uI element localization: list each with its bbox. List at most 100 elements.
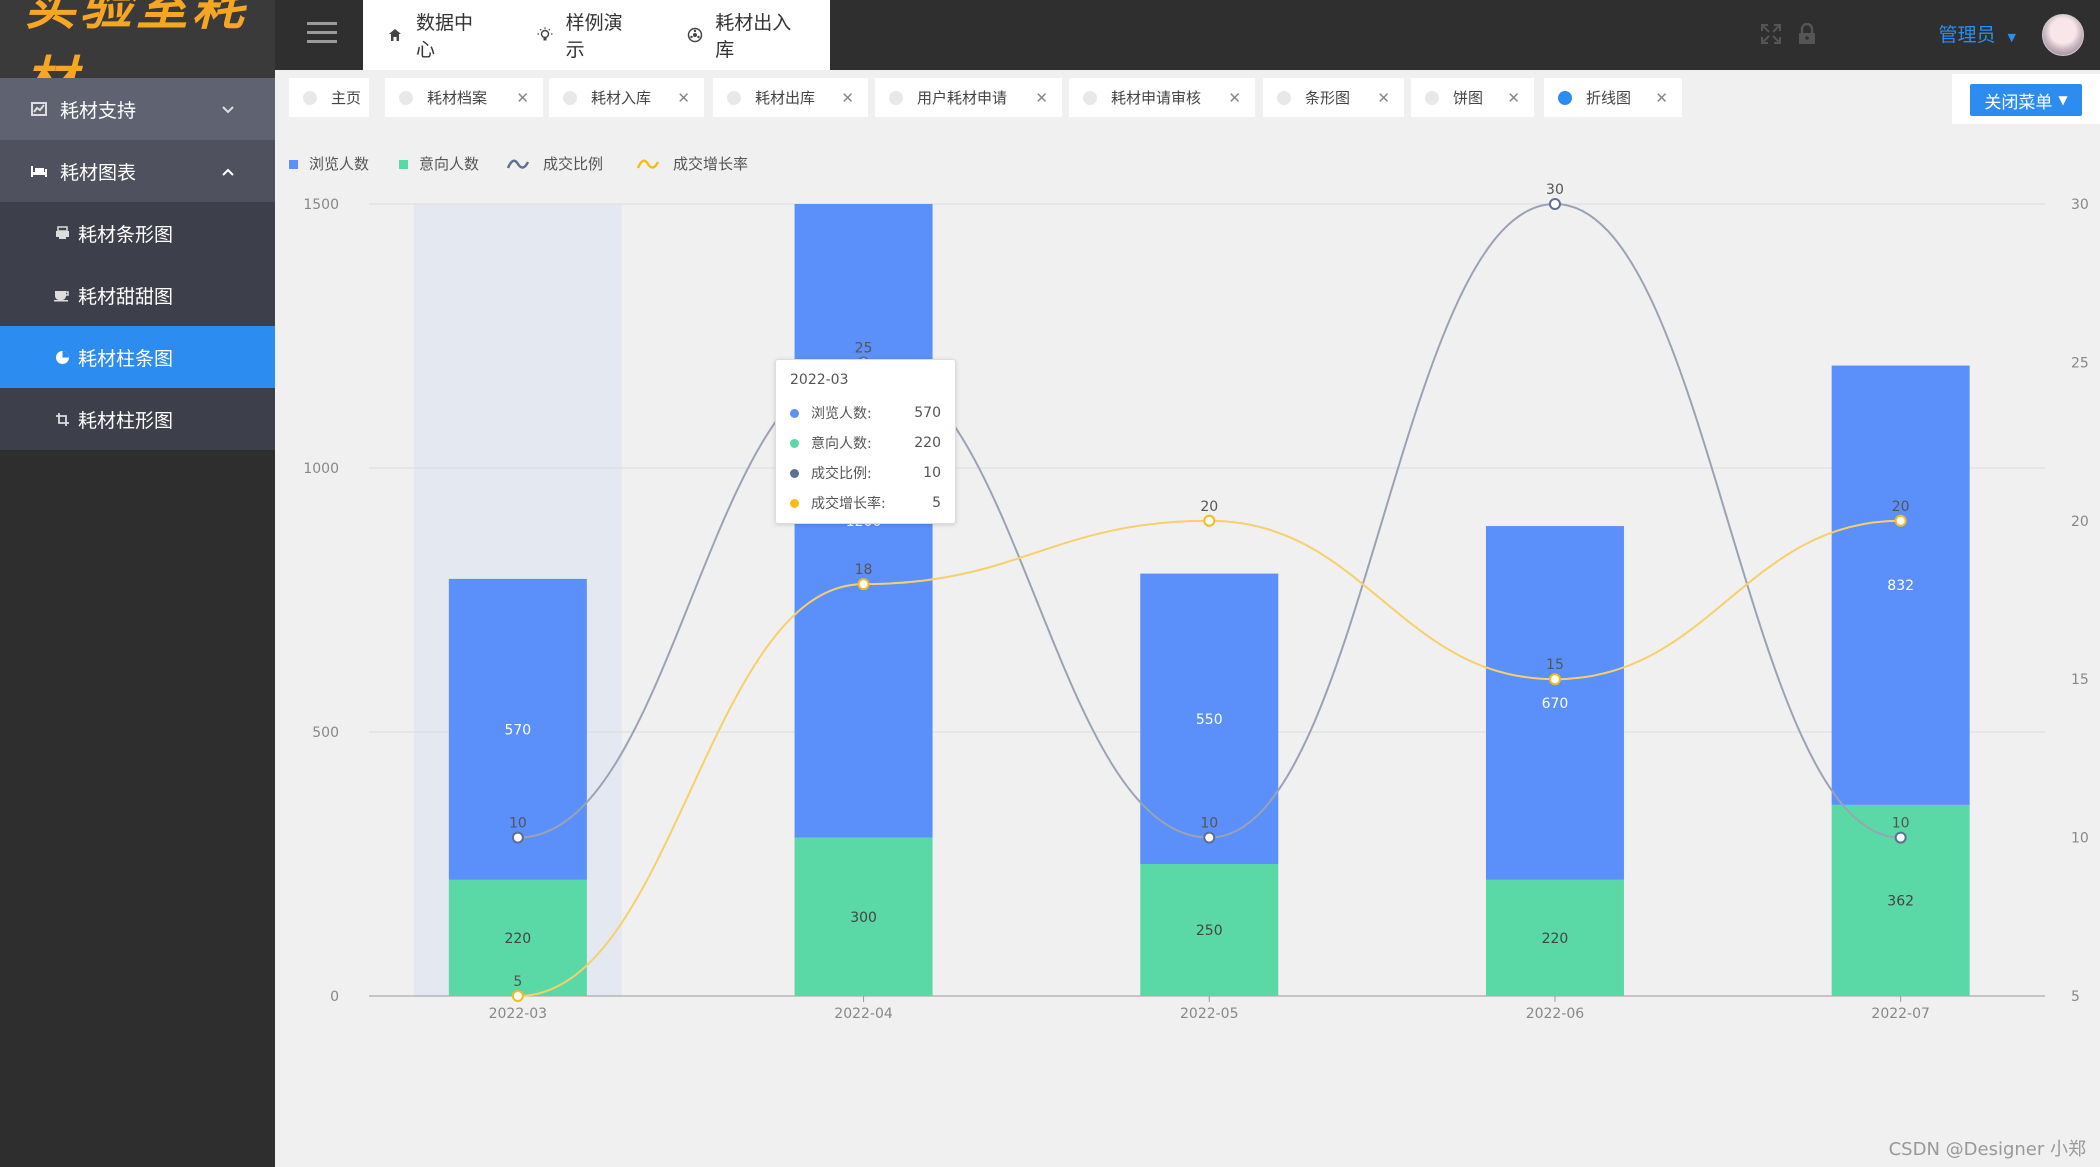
line-point: [857, 578, 870, 591]
tag-archive[interactable]: 耗材档案 ✕: [385, 78, 543, 117]
y-right-tick-label: 15: [2071, 672, 2089, 688]
tooltip-dot: [790, 468, 799, 478]
bar-data-label: 300: [850, 910, 877, 926]
tag-label: 耗材出库: [755, 89, 816, 107]
close-icon[interactable]: ✕: [1655, 89, 1668, 107]
pie-icon: [54, 349, 70, 365]
close-icon[interactable]: ✕: [1035, 89, 1048, 107]
tag-label: 耗材申请审核: [1111, 89, 1202, 107]
user-name: 管理员: [1938, 24, 1996, 46]
y-right-tick-label: 10: [2071, 831, 2089, 847]
tag-label: 折线图: [1586, 89, 1632, 107]
sidebar-item-bar-chart[interactable]: 耗材条形图: [0, 202, 275, 264]
line-point: [1894, 831, 1907, 844]
tag-status-dot: [563, 90, 577, 105]
tooltip-value: 5: [932, 495, 941, 511]
tag-pie-chart[interactable]: 饼图 ✕: [1411, 78, 1534, 117]
settings-icon: [686, 26, 703, 44]
sidebar: 实验室耗材 耗材支持 耗材图表 耗材条形图 耗材甜甜图 耗材柱: [0, 0, 275, 1167]
legend-label: 浏览人数: [309, 155, 369, 173]
tooltip-dot: [790, 498, 799, 508]
chevron-down-icon: [221, 100, 235, 119]
user-menu[interactable]: 管理员 ▼: [1938, 20, 2016, 47]
menu-toggle-icon[interactable]: [307, 22, 337, 46]
bar-data-label: 362: [1887, 893, 1914, 909]
top-tabs: 数据中心 样例演示 耗材出入库: [363, 0, 830, 70]
line-point: [511, 831, 524, 844]
y-right-tick-label: 30: [2071, 197, 2089, 213]
menu-group-charts[interactable]: 耗材图表: [0, 140, 275, 202]
tooltip-title: 2022-03: [790, 372, 849, 388]
line-point: [1548, 198, 1561, 210]
fullscreen-icon[interactable]: [1759, 22, 1783, 46]
line-data-label: 30: [1546, 182, 1564, 198]
tab-demo[interactable]: 样例演示: [513, 8, 638, 62]
close-menu-button[interactable]: 关闭菜单 ▼: [1970, 84, 2082, 116]
x-tick-label: 2022-04: [834, 1006, 893, 1022]
tooltip-value: 220: [914, 435, 941, 451]
legend-marker: [636, 159, 660, 169]
close-icon[interactable]: ✕: [841, 89, 854, 107]
tag-status-dot: [1425, 90, 1439, 105]
close-icon[interactable]: ✕: [1377, 89, 1390, 107]
tag-home[interactable]: 主页: [289, 78, 369, 117]
tab-stock-io[interactable]: 耗材出入库: [662, 8, 805, 62]
combo-chart[interactable]: 0 500 1000 1500 5 10 15 20 25 30 220 570 2022-03 300 1…: [275, 124, 2100, 1167]
sidebar-item-label: 耗材甜甜图: [78, 285, 174, 308]
line-data-label: 10: [509, 816, 527, 832]
chart-tooltip: 2022-03 浏览人数: 570 意向人数: 220 成交比例: 10 成交增…: [775, 359, 956, 524]
top-navbar: 数据中心 样例演示 耗材出入库 管理员 ▼: [275, 0, 2100, 70]
tag-user-apply[interactable]: 用户耗材申请 ✕: [875, 78, 1062, 117]
sidebar-item-label: 耗材柱形图: [78, 409, 174, 432]
line-data-label: 18: [855, 562, 873, 578]
close-icon[interactable]: ✕: [1507, 89, 1520, 107]
crop-icon: [54, 411, 70, 427]
tab-label: 数据中心: [415, 12, 473, 61]
tooltip-value: 10: [923, 465, 941, 481]
bar-data-label: 550: [1196, 712, 1223, 728]
tag-line-chart[interactable]: 折线图 ✕: [1544, 78, 1682, 117]
tag-status-dot: [1083, 90, 1097, 105]
menu-group-label: 耗材支持: [60, 99, 137, 122]
x-tick-label: 2022-06: [1526, 1006, 1585, 1022]
close-icon[interactable]: ✕: [677, 89, 690, 107]
app-logo[interactable]: 实验室耗材: [0, 0, 275, 112]
tooltip-row: 成交增长率: 5: [790, 488, 941, 518]
legend-marker: [289, 160, 298, 169]
bar-data-label: 570: [504, 722, 531, 738]
line-data-label: 10: [1892, 816, 1910, 832]
menu-group-support[interactable]: 耗材支持: [0, 78, 275, 140]
tag-label: 主页: [331, 89, 362, 107]
line-point: [1548, 673, 1561, 686]
chart-panel: 0 500 1000 1500 5 10 15 20 25 30 220 570 2022-03 300 1…: [275, 124, 2100, 1167]
close-icon[interactable]: ✕: [516, 89, 529, 107]
tags-view: 主页 耗材档案 ✕ 耗材入库 ✕ 耗材出库 ✕ 用户耗材申请 ✕ 耗材申请审核 …: [275, 70, 2100, 124]
sidebar-item-label: 耗材条形图: [78, 223, 174, 246]
line-data-label: 20: [1892, 499, 1910, 515]
tag-label: 耗材档案: [427, 89, 488, 107]
lock-icon[interactable]: [1795, 22, 1819, 46]
tag-apply-review[interactable]: 耗材申请审核 ✕: [1069, 78, 1255, 117]
tooltip-row: 浏览人数: 570: [790, 398, 941, 428]
sidebar-item-column-chart[interactable]: 耗材柱条图: [0, 326, 275, 388]
close-menu-label: 关闭菜单: [1984, 92, 2053, 113]
tag-bar-chart[interactable]: 条形图 ✕: [1263, 78, 1404, 117]
line-point: [511, 990, 524, 1002]
sidebar-item-histogram[interactable]: 耗材柱形图: [0, 388, 275, 450]
tab-data-center[interactable]: 数据中心: [363, 8, 488, 62]
line-data-label: 20: [1200, 499, 1218, 515]
tag-stock-in[interactable]: 耗材入库 ✕: [549, 78, 704, 117]
line-data-label: 15: [1546, 657, 1564, 673]
tab-label: 耗材出入库: [715, 12, 792, 61]
printer-icon: [54, 225, 70, 241]
line-data-label: 25: [855, 340, 873, 356]
legend-marker: [399, 160, 408, 169]
tooltip-dot: [790, 438, 799, 448]
line-point: [1203, 514, 1216, 527]
avatar[interactable]: [2042, 14, 2084, 56]
tag-stock-out[interactable]: 耗材出库 ✕: [713, 78, 868, 117]
close-icon[interactable]: ✕: [1228, 89, 1241, 107]
x-tick-label: 2022-03: [489, 1006, 547, 1022]
sidebar-item-donut-chart[interactable]: 耗材甜甜图: [0, 264, 275, 326]
tooltip-dot: [790, 408, 799, 418]
